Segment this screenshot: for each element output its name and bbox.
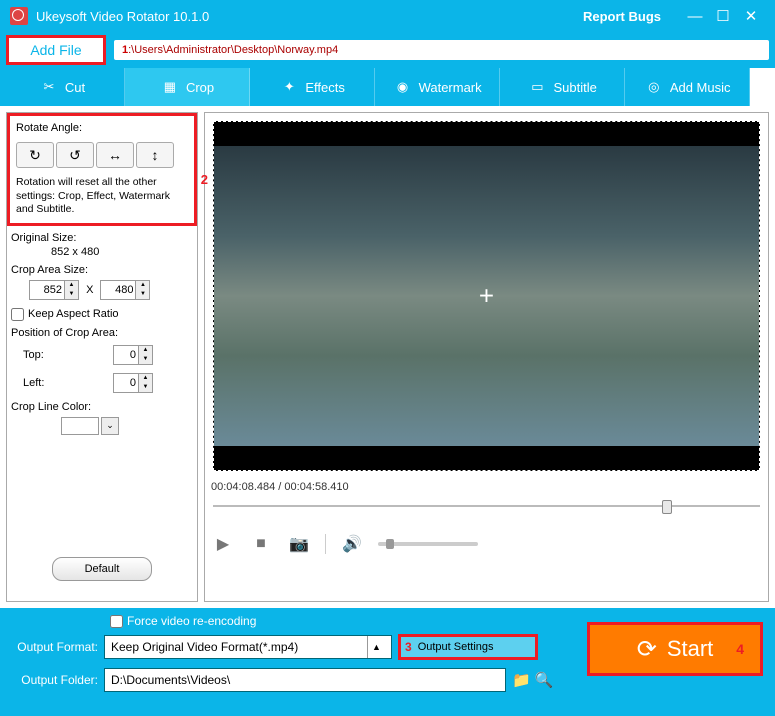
crop-height-spinner[interactable]: ▲▼ [100, 280, 150, 300]
down-icon[interactable]: ▼ [139, 355, 152, 364]
original-size-value: 852 x 480 [51, 246, 193, 258]
droplet-icon: ◉ [393, 77, 413, 97]
titlebar: Ukeysoft Video Rotator 10.1.0 Report Bug… [0, 0, 775, 32]
top-label: Top: [23, 349, 63, 361]
start-button[interactable]: ⟳ Start [587, 622, 763, 676]
down-icon[interactable]: ▼ [65, 290, 78, 299]
tab-effects[interactable]: ✦Effects [250, 68, 375, 106]
disc-icon: ◎ [644, 77, 664, 97]
keep-aspect-label: Keep Aspect Ratio [28, 308, 119, 320]
preview-panel: + 00:04:08.484 / 00:04:58.410 ▶ ■ 📷 🔊 [204, 112, 769, 602]
crosshair-icon: + [479, 281, 494, 312]
rotate-title: Rotate Angle: [16, 122, 188, 134]
tabs: ✂Cut ▦Crop ✦Effects ◉Watermark ▭Subtitle… [0, 68, 775, 106]
down-icon[interactable]: ▼ [139, 383, 152, 392]
rotate-ccw-button[interactable]: ↺ [56, 142, 94, 168]
open-folder-icon[interactable]: 🔍 [535, 671, 554, 689]
seek-thumb[interactable] [662, 500, 672, 514]
output-settings-button[interactable]: Output Settings [398, 634, 538, 660]
video-preview[interactable]: + [213, 121, 760, 471]
volume-slider[interactable] [378, 542, 478, 546]
tab-blank [750, 68, 775, 106]
crop-width-input[interactable] [29, 280, 65, 300]
tab-watermark[interactable]: ◉Watermark [375, 68, 500, 106]
rotate-note: Rotation will reset all the other settin… [16, 176, 188, 217]
volume-icon[interactable]: 🔊 [340, 532, 364, 556]
left-spinner[interactable]: ▲▼ [113, 373, 153, 393]
crop-height-input[interactable] [100, 280, 136, 300]
tab-add-music[interactable]: ◎Add Music [625, 68, 750, 106]
up-icon[interactable]: ▲ [139, 346, 152, 355]
x-separator: X [86, 284, 93, 296]
sparkle-icon: ✦ [279, 77, 299, 97]
keep-aspect-checkbox[interactable] [11, 308, 24, 321]
main-area: Rotate Angle: ↻ ↺ ↔ ↕ Rotation will rese… [0, 106, 775, 608]
up-icon[interactable]: ▲ [139, 374, 152, 383]
file-path: 1:\Users\Administrator\Desktop\Norway.mp… [114, 40, 769, 60]
tab-crop[interactable]: ▦Crop [125, 68, 250, 106]
top-input[interactable] [113, 345, 139, 365]
snapshot-button[interactable]: 📷 [287, 532, 311, 556]
app-title: Ukeysoft Video Rotator 10.1.0 [36, 9, 209, 24]
stop-button[interactable]: ■ [249, 532, 273, 556]
rotate-cw-button[interactable]: ↻ [16, 142, 54, 168]
scissors-icon: ✂ [39, 77, 59, 97]
add-file-button[interactable]: Add File [6, 35, 106, 65]
browse-folder-icon[interactable]: 📁 [512, 671, 531, 689]
position-label: Position of Crop Area: [11, 327, 193, 339]
color-dropdown[interactable]: ⌄ [101, 417, 119, 435]
force-reencode-label: Force video re-encoding [127, 614, 256, 628]
crop-icon: ▦ [160, 77, 180, 97]
subtitle-icon: ▭ [527, 77, 547, 97]
left-label: Left: [23, 377, 63, 389]
up-icon[interactable]: ▲ [136, 281, 149, 290]
output-format-label: Output Format: [10, 640, 98, 654]
crop-color-label: Crop Line Color: [11, 401, 193, 413]
timecode: 00:04:08.484 / 00:04:58.410 [211, 481, 762, 493]
refresh-icon: ⟳ [637, 635, 657, 664]
flip-vertical-button[interactable]: ↕ [136, 142, 174, 168]
output-folder-input[interactable]: D:\Documents\Videos\ [104, 668, 506, 692]
left-input[interactable] [113, 373, 139, 393]
player-controls: ▶ ■ 📷 🔊 [211, 529, 762, 559]
play-button[interactable]: ▶ [211, 532, 235, 556]
maximize-button[interactable]: ☐ [709, 2, 737, 30]
crop-width-spinner[interactable]: ▲▼ [29, 280, 79, 300]
dropdown-icon[interactable]: ▲ [367, 636, 385, 658]
output-format-select[interactable]: Keep Original Video Format(*.mp4)▲ [104, 635, 392, 659]
output-folder-label: Output Folder: [10, 673, 98, 687]
file-row: Add File 1:\Users\Administrator\Desktop\… [0, 32, 775, 68]
sidebar: Rotate Angle: ↻ ↺ ↔ ↕ Rotation will rese… [6, 112, 198, 602]
tab-subtitle[interactable]: ▭Subtitle [500, 68, 625, 106]
flip-horizontal-button[interactable]: ↔ [96, 142, 134, 168]
report-bugs-link[interactable]: Report Bugs [583, 9, 661, 24]
original-size-label: Original Size: [11, 232, 193, 244]
tab-cut[interactable]: ✂Cut [0, 68, 125, 106]
default-button[interactable]: Default [52, 557, 152, 581]
crop-area-label: Crop Area Size: [11, 264, 193, 276]
app-icon [10, 7, 28, 25]
seek-slider[interactable] [213, 499, 760, 513]
minimize-button[interactable]: — [681, 2, 709, 30]
down-icon[interactable]: ▼ [136, 290, 149, 299]
force-reencode-checkbox[interactable] [110, 615, 123, 628]
top-spinner[interactable]: ▲▼ [113, 345, 153, 365]
close-button[interactable]: ✕ [737, 2, 765, 30]
rotate-panel: Rotate Angle: ↻ ↺ ↔ ↕ Rotation will rese… [7, 113, 197, 226]
up-icon[interactable]: ▲ [65, 281, 78, 290]
color-swatch[interactable] [61, 417, 99, 435]
volume-thumb[interactable] [386, 539, 394, 549]
